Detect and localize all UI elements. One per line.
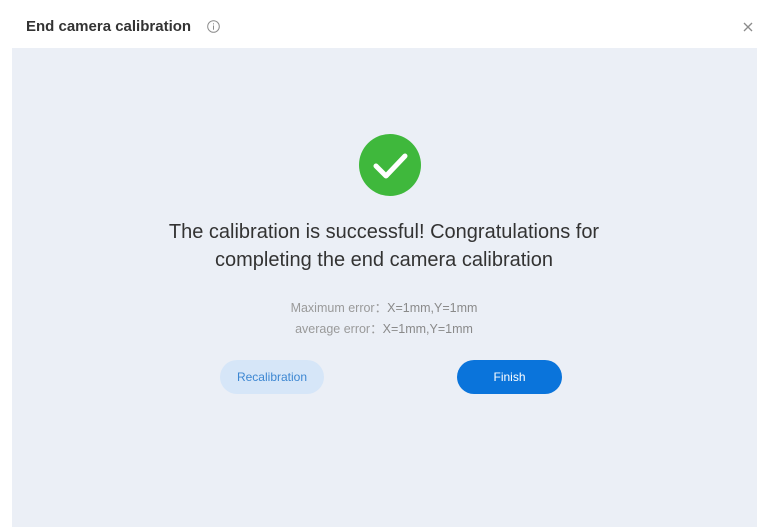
- max-error-label: Maximum error：: [290, 301, 388, 315]
- calibration-dialog: End camera calibration The calibration i…: [0, 0, 757, 527]
- error-stats: Maximum error：X=1mm,Y=1mm average error：…: [184, 298, 584, 340]
- dialog-content: The calibration is successful! Congratul…: [12, 48, 757, 527]
- success-message-line-2: completing the end camera calibration: [215, 249, 553, 271]
- info-circle-icon[interactable]: [207, 20, 220, 33]
- recalibration-button[interactable]: Recalibration: [220, 360, 324, 394]
- max-error-value: X=1mm,Y=1mm: [387, 301, 478, 315]
- finish-button[interactable]: Finish: [457, 360, 562, 394]
- dialog-title: End camera calibration: [26, 18, 192, 35]
- avg-error-value: X=1mm,Y=1mm: [382, 322, 473, 336]
- avg-error-label: average error：: [295, 322, 383, 336]
- success-message-line-1: The calibration is successful! Congratul…: [168, 221, 600, 243]
- dialog-header: End camera calibration: [0, 0, 757, 48]
- check-circle-icon: [359, 134, 421, 196]
- close-icon[interactable]: [742, 21, 754, 33]
- avg-error-row: average error：X=1mm,Y=1mm: [184, 319, 584, 340]
- success-message: The calibration is successful! Congratul…: [84, 218, 684, 274]
- max-error-row: Maximum error：X=1mm,Y=1mm: [184, 298, 584, 319]
